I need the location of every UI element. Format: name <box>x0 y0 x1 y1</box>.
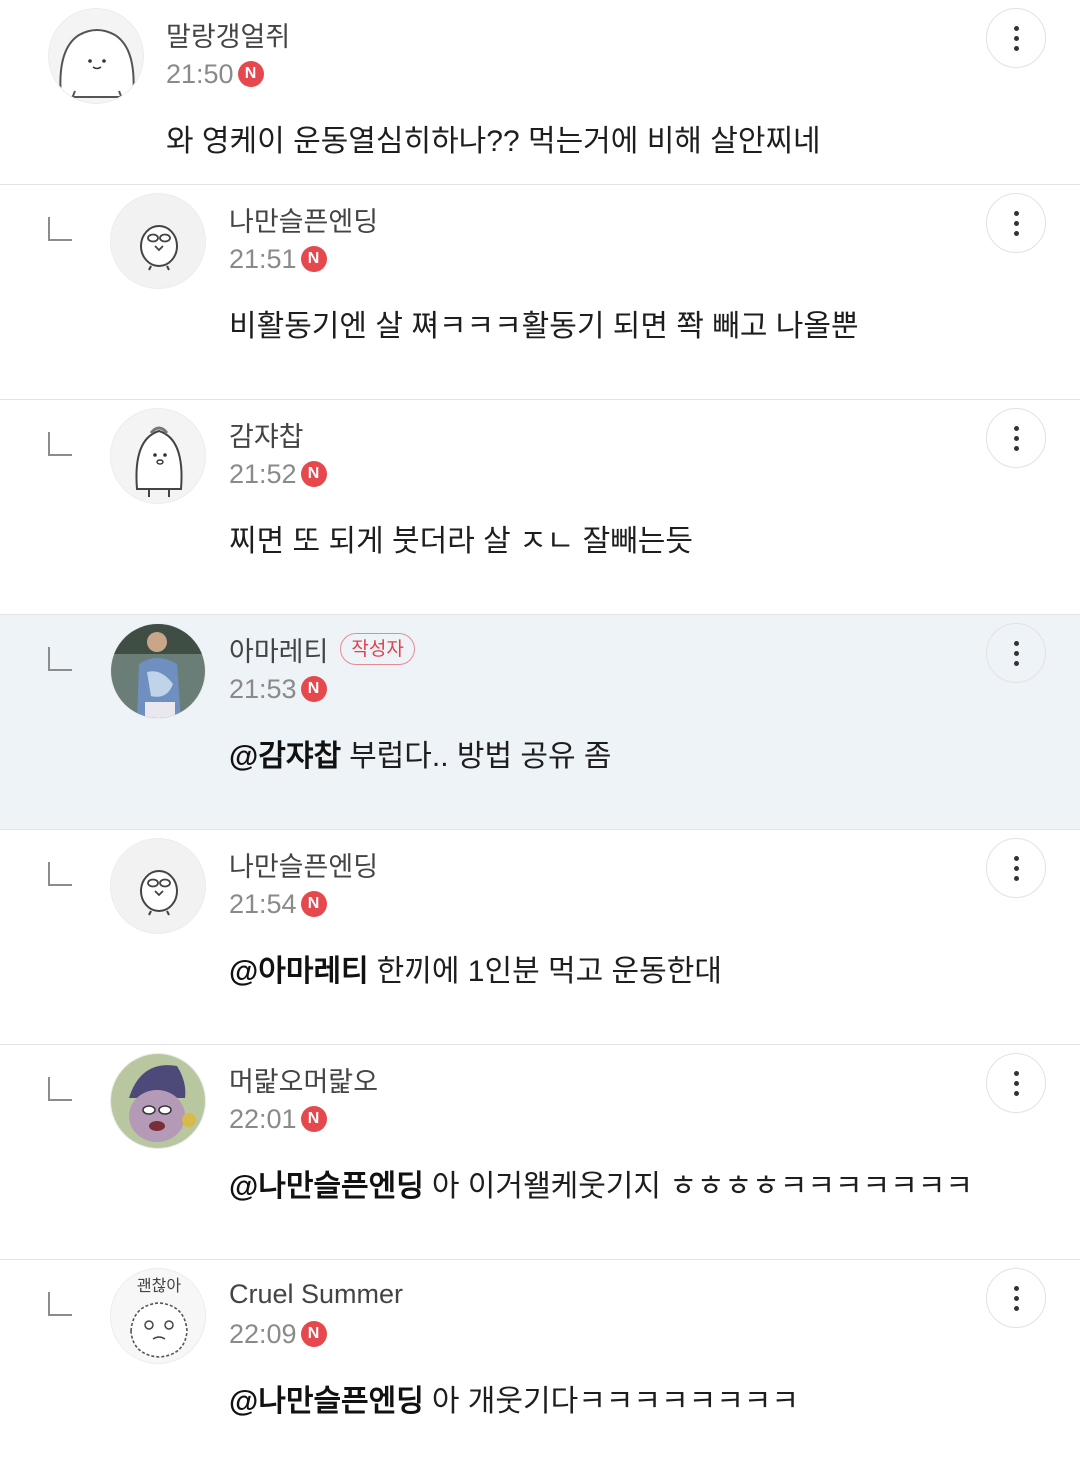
avatar[interactable]: 괜찮아 <box>110 1268 206 1364</box>
bird-character-icon <box>111 839 205 933</box>
more-options-button[interactable] <box>986 8 1046 68</box>
reply-item: 아마레티 작성자 21:53 N @감쟈찹 부럽다.. 방법 공유 좀 <box>0 615 1080 830</box>
comment-body: 한끼에 1인분 먹고 운동한대 <box>376 955 722 988</box>
bird-character-icon <box>111 194 205 288</box>
nickname[interactable]: 머랉오머랉오 <box>229 1060 378 1099</box>
timestamp: 22:01 <box>229 1103 297 1134</box>
comment-text: @감쟈찹 부럽다.. 방법 공유 좀 <box>229 731 960 775</box>
new-badge: N <box>300 246 327 272</box>
avatar[interactable] <box>110 193 206 289</box>
new-badge: N <box>300 1106 327 1132</box>
comment-body: 아 이거왤케웃기지 ㅎㅎㅎㅎㅋㅋㅋㅋㅋㅋㅋ <box>431 1170 973 1203</box>
mention-link[interactable]: @아마레티 <box>229 955 369 988</box>
comment-body: 찌면 또 되게 붓더라 살 ㅈㄴ 잘빼는듯 <box>229 525 694 558</box>
comment-text: @나만슬픈엔딩 아 개웃기다ㅋㅋㅋㅋㅋㅋㅋㅋ <box>229 1376 960 1420</box>
comment-text: 찌면 또 되게 붓더라 살 ㅈㄴ 잘빼는듯 <box>229 516 960 560</box>
nickname[interactable]: 감쟈찹 <box>229 415 304 454</box>
more-vertical-icon <box>1013 640 1019 666</box>
avatar[interactable] <box>110 623 206 719</box>
timestamp: 21:50 <box>166 58 234 89</box>
timestamp: 21:52 <box>229 458 297 489</box>
comment-body: 비활동기엔 살 쪄ㅋㅋㅋ활동기 되면 쫙 빼고 나올뿐 <box>229 310 859 343</box>
nickname[interactable]: Cruel Summer <box>229 1279 403 1310</box>
new-badge: N <box>300 676 327 702</box>
more-vertical-icon <box>1013 1070 1019 1096</box>
more-options-button[interactable] <box>986 838 1046 898</box>
comment-text: 와 영케이 운동열심히하나?? 먹는거에 비해 살안찌네 <box>166 116 960 160</box>
avatar[interactable] <box>110 408 206 504</box>
new-badge: N <box>300 891 327 917</box>
comment-body: 부럽다.. 방법 공유 좀 <box>349 740 612 773</box>
doodle-character-icon: 괜찮아 <box>111 1269 205 1363</box>
reply-arrow-icon <box>48 862 72 886</box>
comment-text: 비활동기엔 살 쪄ㅋㅋㅋ활동기 되면 쫙 빼고 나올뿐 <box>229 301 960 345</box>
mention-link[interactable]: @감쟈찹 <box>229 740 341 773</box>
more-vertical-icon <box>1013 25 1019 51</box>
new-badge: N <box>237 61 264 87</box>
reply-arrow-icon <box>48 1077 72 1101</box>
nickname[interactable]: 말랑갱얼쥐 <box>166 15 290 54</box>
timestamp: 21:54 <box>229 888 297 919</box>
reply-arrow-icon <box>48 432 72 456</box>
timestamp: 21:51 <box>229 243 297 274</box>
person-photo-icon <box>111 624 205 718</box>
comment-body: 아 개웃기다ㅋㅋㅋㅋㅋㅋㅋㅋ <box>431 1385 799 1418</box>
comment-item: 말랑갱얼쥐 21:50 N 와 영케이 운동열심히하나?? 먹는거에 비해 살안… <box>0 0 1080 185</box>
mention-link[interactable]: @나만슬픈엔딩 <box>229 1170 424 1203</box>
seal-character-icon <box>49 9 143 103</box>
reply-item: 나만슬픈엔딩 21:54 N @아마레티 한끼에 1인분 먹고 운동한대 <box>0 830 1080 1045</box>
new-badge: N <box>300 461 327 487</box>
avatar[interactable] <box>110 1053 206 1149</box>
cartoon-character-icon <box>111 1054 205 1148</box>
comment-text: @아마레티 한끼에 1인분 먹고 운동한대 <box>229 946 960 990</box>
more-vertical-icon <box>1013 855 1019 881</box>
nickname[interactable]: 나만슬픈엔딩 <box>229 200 378 239</box>
timestamp: 21:53 <box>229 673 297 704</box>
avatar[interactable] <box>110 838 206 934</box>
comment-text: @나만슬픈엔딩 아 이거왤케웃기지 ㅎㅎㅎㅎㅋㅋㅋㅋㅋㅋㅋ <box>229 1161 973 1205</box>
more-vertical-icon <box>1013 210 1019 236</box>
timestamp: 22:09 <box>229 1318 297 1349</box>
more-vertical-icon <box>1013 425 1019 451</box>
comment-body: 와 영케이 운동열심히하나?? 먹는거에 비해 살안찌네 <box>166 125 821 158</box>
more-options-button[interactable] <box>986 623 1046 683</box>
more-vertical-icon <box>1013 1285 1019 1311</box>
more-options-button[interactable] <box>986 408 1046 468</box>
reply-item: 머랉오머랉오 22:01 N @나만슬픈엔딩 아 이거왤케웃기지 ㅎㅎㅎㅎㅋㅋㅋㅋ… <box>0 1045 1080 1260</box>
reply-item: 감쟈찹 21:52 N 찌면 또 되게 붓더라 살 ㅈㄴ 잘빼는듯 <box>0 400 1080 615</box>
reply-arrow-icon <box>48 647 72 671</box>
author-badge: 작성자 <box>340 633 415 665</box>
ghost-character-icon <box>111 409 205 503</box>
reply-item: 나만슬픈엔딩 21:51 N 비활동기엔 살 쪄ㅋㅋㅋ활동기 되면 쫙 빼고 나… <box>0 185 1080 400</box>
reply-arrow-icon <box>48 217 72 241</box>
nickname[interactable]: 아마레티 <box>229 630 328 669</box>
more-options-button[interactable] <box>986 1268 1046 1328</box>
nickname[interactable]: 나만슬픈엔딩 <box>229 845 378 884</box>
more-options-button[interactable] <box>986 193 1046 253</box>
mention-link[interactable]: @나만슬픈엔딩 <box>229 1385 424 1418</box>
reply-arrow-icon <box>48 1292 72 1316</box>
new-badge: N <box>300 1321 327 1347</box>
reply-item: 괜찮아 Cruel Summer 22:09 N @나만슬픈엔딩 아 개웃기다ㅋㅋ… <box>0 1260 1080 1465</box>
more-options-button[interactable] <box>986 1053 1046 1113</box>
avatar[interactable] <box>48 8 144 104</box>
avatar-caption: 괜찮아 <box>137 1276 181 1295</box>
